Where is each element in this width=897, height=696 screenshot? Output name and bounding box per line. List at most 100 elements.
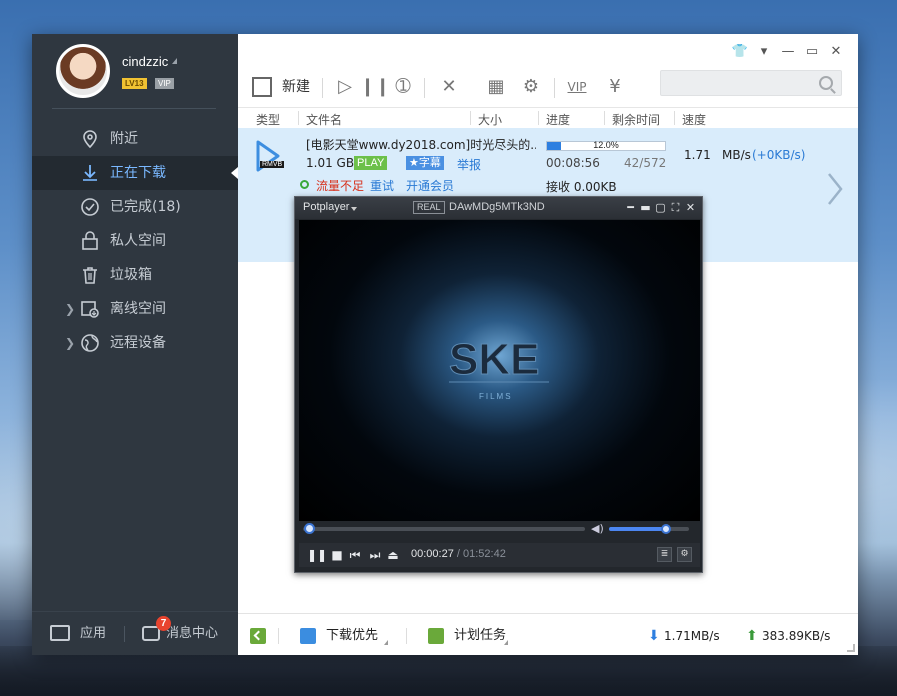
scheduled-tasks-label: 计划任务 — [454, 628, 507, 643]
footer-divider — [124, 626, 125, 642]
arrow-up-icon: ⬆ — [746, 628, 758, 644]
col-remaining[interactable]: 剩余时间 — [612, 111, 660, 128]
priority-icon — [300, 628, 316, 644]
apps-label: 应用 — [80, 626, 107, 641]
player-options-icon[interactable]: ━ — [623, 200, 638, 215]
sidebar-item-private[interactable]: 私人空间 — [32, 224, 238, 258]
close-icon[interactable]: ✕ — [824, 42, 848, 62]
progress-text: 12.0% — [593, 140, 619, 150]
download-speed: 1.71 — [684, 148, 711, 162]
start-icon[interactable]: ▷ — [332, 74, 358, 100]
search-box[interactable] — [660, 70, 842, 96]
sidebar-item-label: 远程设备 — [110, 335, 166, 351]
chevron-right-icon[interactable]: ❯ — [65, 326, 75, 360]
previous-icon[interactable]: ⏮ — [347, 547, 363, 563]
money-icon[interactable]: ¥ — [602, 74, 628, 100]
chevron-right-icon[interactable]: ❯ — [65, 292, 75, 326]
apps-button[interactable]: 应用 — [50, 624, 106, 644]
col-type[interactable]: 类型 — [256, 111, 280, 128]
sidebar-item-offline[interactable]: ❯ 离线空间 — [32, 292, 238, 326]
toolbar-divider — [424, 78, 425, 98]
message-center-button[interactable]: 7 消息中心 — [140, 616, 218, 644]
download-priority-button[interactable]: 下载优先 — [300, 626, 378, 646]
username[interactable]: cindzzic — [122, 54, 168, 69]
back-icon[interactable] — [250, 628, 266, 644]
speedup-icon[interactable]: ⚙ — [518, 74, 544, 100]
delete-icon[interactable]: ✕ — [436, 74, 462, 100]
sidebar-item-label: 正在下载 — [110, 165, 166, 181]
sidebar-item-downloading[interactable]: 正在下载 — [32, 156, 238, 190]
resize-grip[interactable] — [847, 644, 855, 652]
player-fullscreen-icon[interactable]: ⛶ — [668, 200, 683, 215]
player-minimize-icon[interactable]: ▬ — [638, 200, 653, 215]
pause-icon[interactable]: ❚❚ — [307, 547, 327, 563]
player-maximize-icon[interactable]: ▢ — [653, 200, 668, 215]
col-size[interactable]: 大小 — [478, 111, 502, 128]
sidebar-item-nearby[interactable]: 附近 — [32, 122, 238, 156]
status-dot-icon — [300, 180, 309, 189]
player-close-icon[interactable]: ✕ — [683, 200, 698, 215]
sidebar-item-completed[interactable]: 已完成(18) — [32, 190, 238, 224]
schedule-dropdown-icon[interactable] — [504, 640, 508, 645]
chevron-right-icon[interactable] — [826, 172, 844, 206]
scheduled-tasks-button[interactable]: 计划任务 — [428, 626, 506, 646]
priority-dropdown-icon[interactable] — [384, 640, 388, 645]
elapsed-time: 00:08:56 — [546, 156, 600, 170]
one-click-icon[interactable]: ➀ — [390, 74, 416, 100]
menu-icon[interactable]: ▾ — [752, 42, 776, 62]
volume-icon[interactable]: ◀) — [591, 522, 604, 535]
report-link[interactable]: 举报 — [457, 156, 481, 173]
player-titlebar[interactable]: Potplayer REAL DAwMDg5MTk3ND ━ ▬ ▢ ⛶ ✕ — [295, 197, 702, 219]
sidebar-item-label: 离线空间 — [110, 301, 166, 317]
col-filename[interactable]: 文件名 — [306, 111, 342, 128]
skin-icon[interactable]: 👕 — [728, 42, 752, 62]
player-menu-button[interactable]: Potplayer — [303, 201, 349, 213]
search-icon[interactable] — [819, 76, 833, 90]
grid-icon[interactable]: ▦ — [483, 74, 509, 100]
maximize-icon[interactable]: ▭ — [800, 42, 824, 62]
eject-icon[interactable]: ⏏ — [385, 547, 401, 563]
task-size: 1.01 GB — [306, 156, 355, 170]
minimize-icon[interactable]: — — [776, 42, 800, 62]
username-dropdown-icon[interactable] — [172, 58, 177, 64]
sidebar-item-label: 垃圾箱 — [110, 267, 152, 283]
column-divider — [298, 111, 299, 125]
status-divider — [278, 628, 279, 644]
pause-icon[interactable]: ❙❙ — [360, 74, 390, 100]
play-button[interactable]: PLAY — [354, 156, 388, 170]
stop-icon[interactable]: ■ — [329, 547, 345, 563]
message-count-badge: 7 — [156, 616, 171, 631]
sidebar-nav: 附近 正在下载 已完成(18) 私人空间 垃圾箱 ❯ 离线空间 ❯ 远程设备 — [32, 122, 238, 360]
subtitle-button[interactable]: ★字幕 — [406, 156, 444, 170]
sidebar-item-trash[interactable]: 垃圾箱 — [32, 258, 238, 292]
sidebar-item-remote[interactable]: ❯ 远程设备 — [32, 326, 238, 360]
download-icon — [83, 165, 97, 181]
column-divider — [470, 111, 471, 125]
upload-rate: ⬆ 383.89KB/s — [746, 626, 830, 646]
settings-icon[interactable]: ⚙ — [677, 547, 692, 562]
seek-bar[interactable] — [303, 527, 585, 531]
column-divider — [674, 111, 675, 125]
col-progress[interactable]: 进度 — [546, 111, 570, 128]
player-menu-caret-icon[interactable] — [351, 207, 357, 211]
toolbar-divider — [554, 78, 555, 98]
playlist-icon[interactable]: ≣ — [657, 547, 672, 562]
col-speed[interactable]: 速度 — [682, 111, 706, 128]
vip-icon[interactable]: VIP — [564, 74, 590, 100]
offline-download-icon — [81, 301, 99, 318]
next-icon[interactable]: ⏭ — [367, 547, 383, 563]
column-divider — [604, 111, 605, 125]
column-headers: 类型 文件名 大小 进度 剩余时间 速度 — [238, 107, 858, 127]
new-task-button[interactable]: 新建 — [252, 74, 310, 100]
volume-slider[interactable] — [609, 527, 689, 531]
file-type-tag: RMVB — [260, 161, 285, 168]
seek-handle[interactable] — [304, 523, 316, 534]
video-frame[interactable]: SKE FILMS — [299, 220, 700, 521]
search-input[interactable] — [661, 71, 811, 95]
avatar[interactable] — [56, 44, 110, 98]
open-membership-link[interactable]: 开通会员 — [406, 177, 454, 194]
retry-link[interactable]: 重试 — [370, 177, 394, 194]
volume-handle[interactable] — [660, 524, 671, 534]
player-file-title: DAwMDg5MTk3ND — [449, 201, 545, 213]
speed-unit: MB/s — [722, 148, 751, 162]
